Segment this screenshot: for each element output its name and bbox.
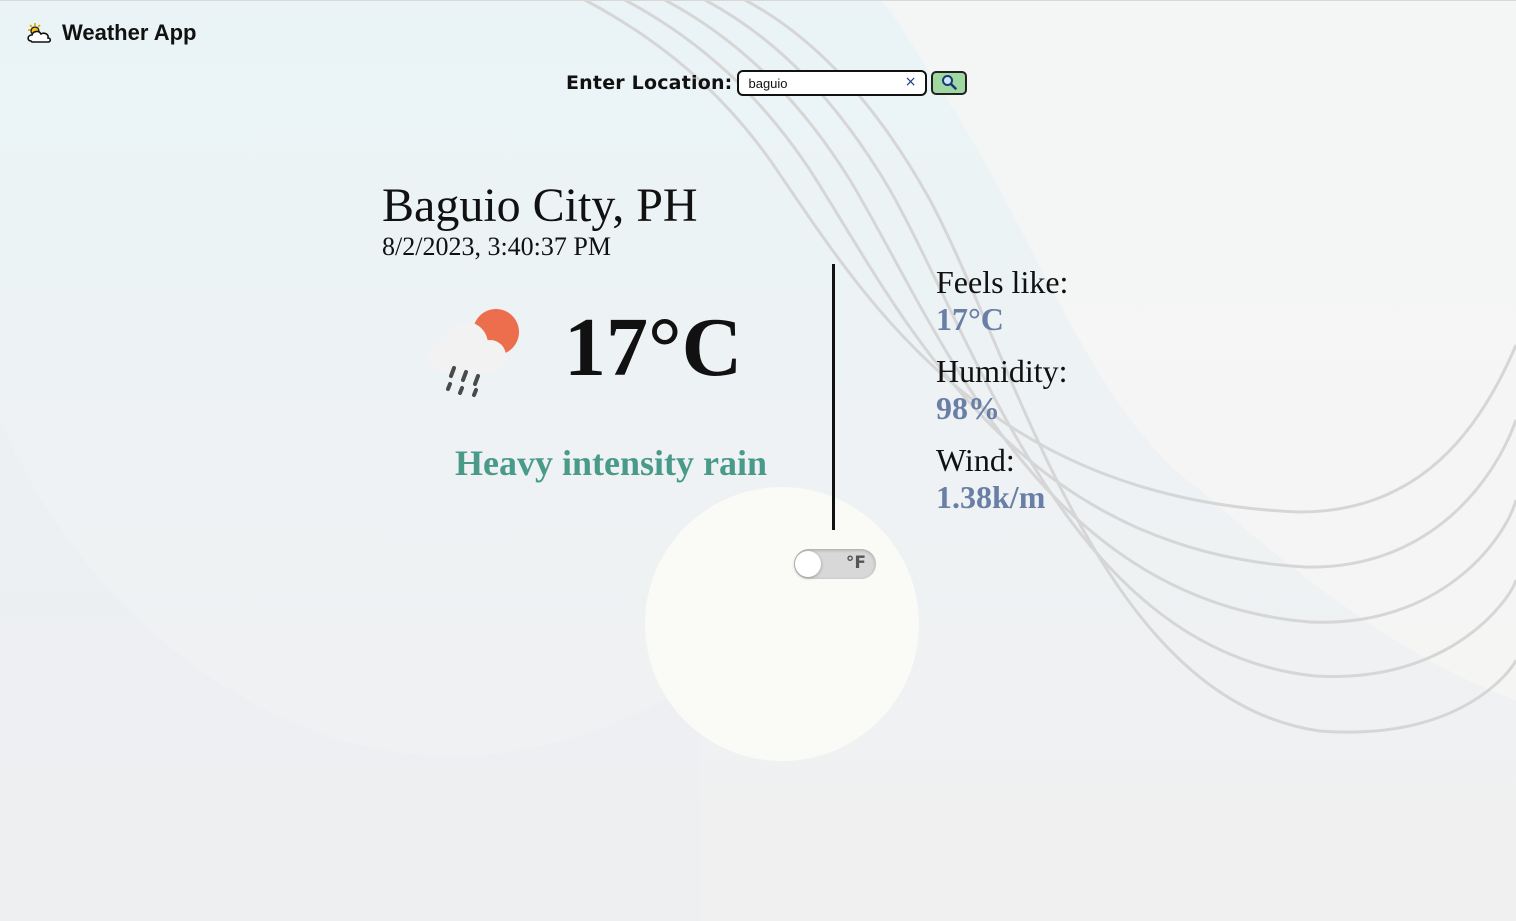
- feels-like-value: 17°C: [936, 301, 1004, 337]
- local-datetime: 8/2/2023, 3:40:37 PM: [382, 232, 611, 261]
- feels-like-label: Feels like:: [936, 264, 1069, 300]
- rain-cloud-sun-icon: [424, 306, 524, 402]
- app-logo: Weather App: [25, 20, 196, 46]
- weather-details: Feels like: 17°C Humidity: 98% Wind: 1.3…: [936, 264, 1068, 531]
- search-button[interactable]: [931, 71, 968, 95]
- toggle-unit-label: °F: [845, 553, 866, 573]
- current-temperature: 17°C: [564, 301, 743, 394]
- close-icon[interactable]: ×: [905, 74, 917, 90]
- cloud-sun-icon: [25, 21, 53, 45]
- search-label: Enter Location:: [566, 72, 733, 94]
- top-border: [0, 0, 1516, 1]
- weather-description: Heavy intensity rain: [455, 443, 767, 483]
- city-name: Baguio City, PH: [382, 179, 698, 232]
- humidity-label: Humidity:: [936, 353, 1068, 389]
- location-search-input[interactable]: [739, 72, 899, 94]
- toggle-knob[interactable]: [795, 551, 821, 577]
- app-title: Weather App: [62, 20, 197, 45]
- vertical-divider: [832, 264, 835, 530]
- search-bar: Enter Location: ×: [566, 70, 968, 96]
- search-field[interactable]: ×: [737, 70, 928, 96]
- magnifier-icon: [941, 74, 958, 93]
- unit-toggle[interactable]: °F: [794, 549, 876, 579]
- wind-label: Wind:: [936, 442, 1015, 478]
- humidity-value: 98%: [936, 390, 1000, 426]
- wind-value: 1.38k/m: [936, 479, 1046, 515]
